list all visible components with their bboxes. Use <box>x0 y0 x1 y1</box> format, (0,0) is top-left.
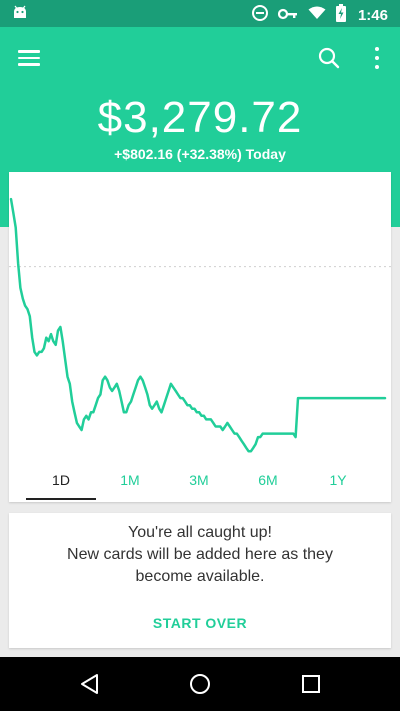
portfolio-change-today: +$802.16 (+32.38%) Today <box>114 146 286 162</box>
home-icon[interactable] <box>187 671 213 697</box>
caught-up-card: You're all caught up! New cards will be … <box>9 513 391 648</box>
caught-up-title: You're all caught up! <box>128 524 272 541</box>
range-tabs: 1D 1M 3M 6M 1Y <box>9 462 391 502</box>
search-icon[interactable] <box>316 45 342 71</box>
active-tab-indicator <box>26 498 96 500</box>
caught-up-message-line2: become available. <box>135 568 265 585</box>
menu-icon[interactable] <box>18 47 44 69</box>
portfolio-line-chart[interactable] <box>9 172 391 462</box>
wifi-icon <box>308 6 326 24</box>
recents-icon[interactable] <box>298 671 324 697</box>
tab-6m[interactable]: 6M <box>233 466 303 494</box>
portfolio-balance: $3,279.72 <box>97 93 303 142</box>
do-not-disturb-icon <box>251 5 268 25</box>
series-line <box>9 197 387 453</box>
clock-time: 1:46 <box>357 6 388 24</box>
tab-1d[interactable]: 1D <box>26 466 96 494</box>
android-icon <box>12 5 28 24</box>
back-icon[interactable] <box>77 671 103 697</box>
status-bar: 1:46 <box>0 0 400 27</box>
caught-up-message-line1: New cards will be added here as they <box>67 546 333 563</box>
tab-1y[interactable]: 1Y <box>303 466 373 494</box>
more-vert-icon[interactable] <box>372 47 382 69</box>
start-over-button[interactable]: START OVER <box>129 609 271 637</box>
system-nav-bar <box>0 657 400 711</box>
battery-charging-icon <box>335 4 346 26</box>
key-icon <box>277 7 298 24</box>
tab-3m[interactable]: 3M <box>164 466 234 494</box>
chart-card: 1D 1M 3M 6M 1Y <box>9 172 391 502</box>
tab-1m[interactable]: 1M <box>95 466 165 494</box>
